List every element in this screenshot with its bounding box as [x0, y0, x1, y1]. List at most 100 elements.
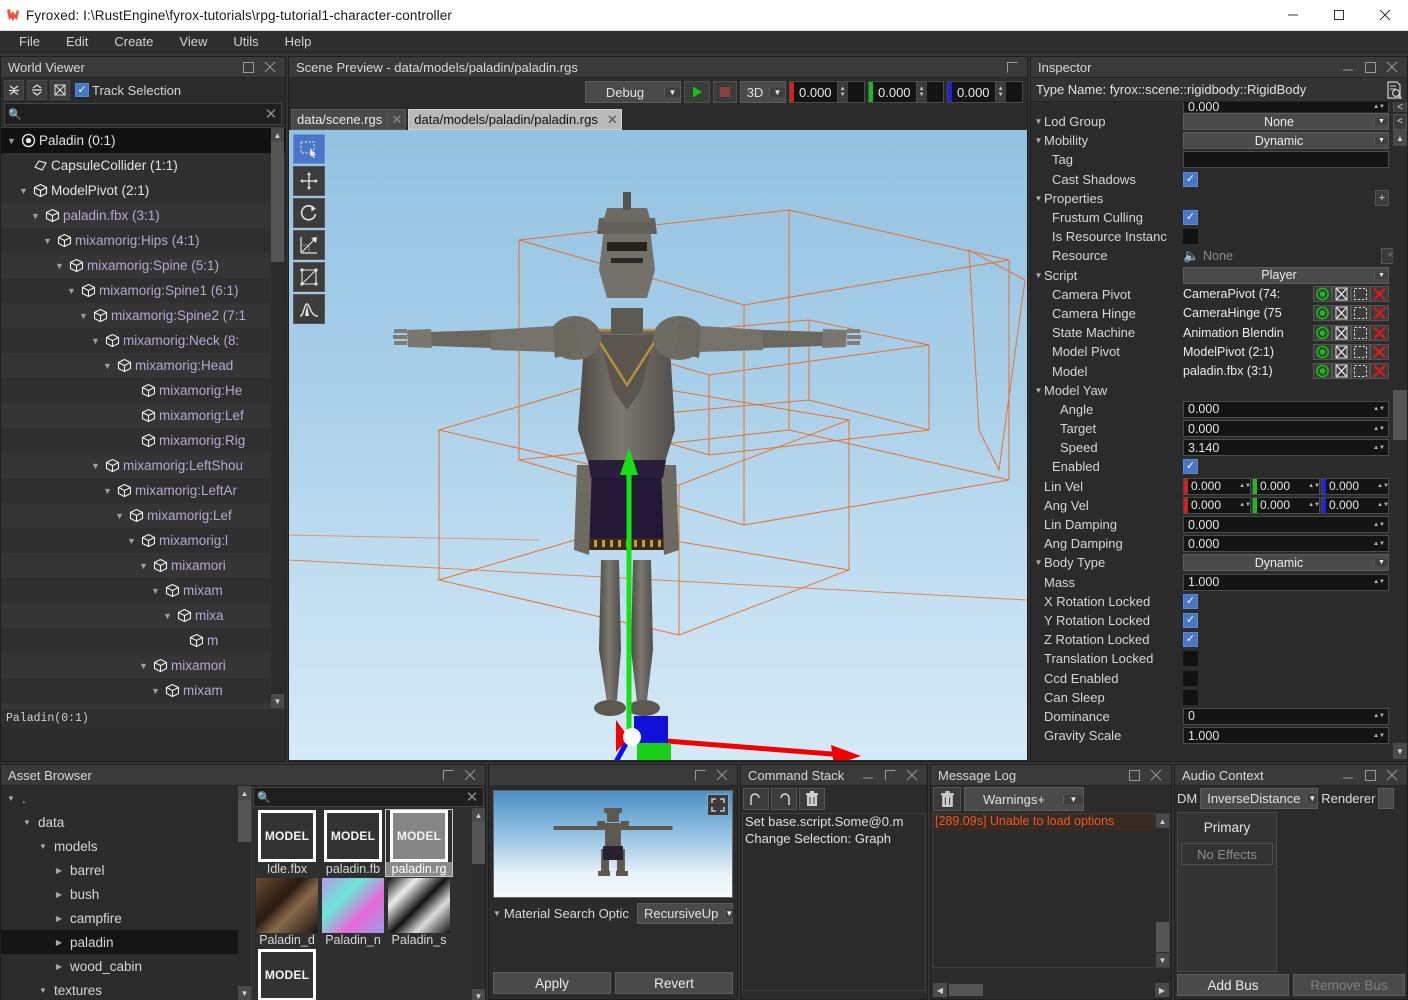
world-tree-node[interactable]: m	[1, 628, 285, 653]
locate-selection-icon[interactable]	[50, 80, 70, 100]
asset-folder-node[interactable]: ▼.	[1, 786, 251, 810]
asset-folder-node[interactable]: ▼ models	[1, 834, 251, 858]
spinner-icon[interactable]: ▲▼	[1373, 579, 1385, 585]
inspector-number-input[interactable]: 0.000 ▲▼	[1183, 535, 1389, 553]
command-stack-list[interactable]: Set base.script.Some@0.m Change Selection…	[742, 813, 926, 991]
trash-icon[interactable]	[933, 787, 961, 811]
chevron-down-icon[interactable]: ▼	[125, 536, 138, 546]
locate-icon[interactable]	[1313, 305, 1332, 322]
menu-item-help[interactable]: Help	[272, 31, 325, 53]
move-tool-icon[interactable]	[293, 166, 325, 196]
command-stack-minimize-button[interactable]	[857, 765, 879, 785]
scroll-up-icon[interactable]: ▲	[1156, 814, 1169, 828]
chevron-down-icon[interactable]: ▼	[1063, 794, 1083, 804]
select-icon[interactable]	[1332, 305, 1351, 322]
scroll-thumb[interactable]	[1156, 922, 1169, 952]
chevron-down-icon[interactable]: ▼	[149, 586, 162, 596]
clear-icon[interactable]	[1370, 305, 1389, 322]
inspector-text-input[interactable]	[1183, 151, 1389, 169]
spinner-icon[interactable]: ▲▼	[1373, 733, 1385, 739]
chevron-right-icon[interactable]: ▶	[53, 890, 65, 899]
chevron-down-icon[interactable]: ▼	[1374, 559, 1388, 567]
maximize-button[interactable]	[1316, 0, 1362, 31]
select-tool-icon[interactable]	[293, 134, 325, 164]
inspector-node-reference[interactable]: ModelPivot (2:1)	[1183, 343, 1389, 360]
message-log-maximize-button[interactable]	[1123, 765, 1145, 785]
document-search-icon[interactable]	[1381, 80, 1407, 99]
audio-bus[interactable]: Primary No Effects	[1177, 812, 1277, 972]
world-tree-node[interactable]: ▼ mixamorig:LeftShou	[1, 453, 285, 478]
world-tree-node[interactable]: ▼ mixamorig:l	[1, 528, 285, 553]
asset-folder-node[interactable]: ▶ campfire	[1, 906, 251, 930]
spinner-x-icon[interactable]: ▲ ▼	[836, 82, 848, 102]
message-log-close-button[interactable]	[1145, 765, 1167, 785]
asset-folder-node[interactable]: ▼ data	[1, 810, 251, 834]
chevron-down-icon[interactable]: ▼	[37, 842, 49, 851]
chevron-right-icon[interactable]: ▶	[53, 866, 65, 875]
expand-icon[interactable]	[707, 794, 729, 816]
remove-bus-button[interactable]: Remove Bus	[1293, 974, 1405, 996]
scroll-thumb[interactable]	[949, 984, 983, 996]
chevron-down-icon[interactable]: ▼	[1033, 117, 1044, 126]
spinner-icon[interactable]: ▲▼	[1308, 502, 1320, 508]
add-property-button[interactable]: +	[1375, 190, 1389, 207]
inspector-node-reference[interactable]: CameraHinge (75	[1183, 305, 1389, 322]
scroll-thumb[interactable]	[271, 142, 284, 262]
menu-item-create[interactable]: Create	[101, 31, 166, 53]
inspector-number-input[interactable]: 3.140 ▲▼	[1183, 439, 1389, 457]
select-icon[interactable]	[1332, 286, 1351, 303]
spinner-icon[interactable]: ▲▼	[1239, 502, 1251, 508]
message-log-hscroll[interactable]: ◀ ▶	[933, 983, 1169, 997]
inspector-combo[interactable]: None ▼	[1183, 113, 1389, 131]
inspector-node-reference[interactable]: CameraPivot (74:	[1183, 286, 1389, 303]
command-stack-item[interactable]: Change Selection: Graph	[743, 831, 925, 848]
spinner-icon[interactable]: ▲▼	[1373, 406, 1385, 412]
inspector-checkbox[interactable]	[1183, 229, 1198, 245]
inspector-revert-button[interactable]: <	[1393, 113, 1407, 130]
asset-item[interactable]: Paladin_n	[320, 878, 386, 947]
material-search-option-row[interactable]: ▼ Material Search Optic RecursiveUp ▼	[489, 902, 737, 924]
renderer-combo[interactable]	[1378, 787, 1395, 809]
chevron-down-icon[interactable]: ▼	[29, 211, 42, 221]
world-tree-node[interactable]: ▼mixa	[1, 703, 285, 708]
asset-folder-node[interactable]: ▼ textures	[1, 978, 251, 1000]
viewport-3d[interactable]	[289, 130, 1027, 760]
inspector-number-input[interactable]: 1.000 ▲▼	[1183, 573, 1389, 591]
inspector-vector-z-input[interactable]: 0.000 ▲▼	[1321, 496, 1389, 514]
close-icon[interactable]: ✕	[602, 111, 621, 128]
inspector-checkbox[interactable]: ✓	[1183, 593, 1198, 609]
asset-folder-node[interactable]: ▶ barrel	[1, 858, 251, 882]
chevron-down-icon[interactable]: ▼	[89, 336, 102, 346]
scene-tab[interactable]: data/scene.rgs ✕	[291, 109, 407, 130]
locate-icon[interactable]	[1313, 343, 1332, 360]
chevron-right-icon[interactable]: ▶	[53, 938, 65, 947]
world-tree-node[interactable]: mixamorig:Lef	[1, 403, 285, 428]
audio-close-button[interactable]	[1381, 765, 1403, 785]
scroll-left-icon[interactable]: ◀	[933, 983, 947, 997]
world-tree-node[interactable]: ▼ mixamori	[1, 653, 285, 678]
chevron-down-icon[interactable]: ▼	[21, 818, 33, 827]
chevron-down-icon[interactable]: ▼	[113, 511, 126, 521]
asset-search[interactable]: 🔍 ✕	[253, 787, 484, 807]
minimize-button[interactable]	[1270, 0, 1316, 31]
asset-item[interactable]: MODEL	[254, 949, 320, 1000]
world-viewer-scrollbar[interactable]: ▲ ▼	[271, 128, 284, 708]
select-icon[interactable]	[1332, 363, 1351, 380]
chevron-down-icon[interactable]: ▼	[37, 986, 49, 995]
chevron-down-icon[interactable]: ▼	[1033, 194, 1044, 203]
asset-search-input[interactable]	[274, 790, 461, 804]
distance-model-combo[interactable]: InverseDistance ▼	[1200, 787, 1319, 809]
asset-item[interactable]: MODEL paladin.rg	[385, 809, 453, 877]
chevron-down-icon[interactable]: ▼	[769, 87, 785, 97]
world-tree-node[interactable]: ▼ mixamorig:Lef	[1, 503, 285, 528]
scene-tab[interactable]: data/models/paladin/paladin.rgs ✕	[408, 109, 622, 130]
locate-icon[interactable]	[1313, 286, 1332, 303]
position-z-field[interactable]: 0.000 ▲ ▼	[947, 81, 1023, 103]
close-icon[interactable]: ✕	[387, 111, 405, 128]
scale-tool-icon[interactable]	[293, 230, 325, 260]
world-tree-node[interactable]: ▼ mixam	[1, 578, 285, 603]
command-stack-close-button[interactable]	[901, 765, 923, 785]
inspector-checkbox[interactable]	[1183, 670, 1198, 686]
audio-maximize-button[interactable]	[1359, 765, 1381, 785]
build-profile-combo[interactable]: Debug ▼	[585, 81, 681, 103]
